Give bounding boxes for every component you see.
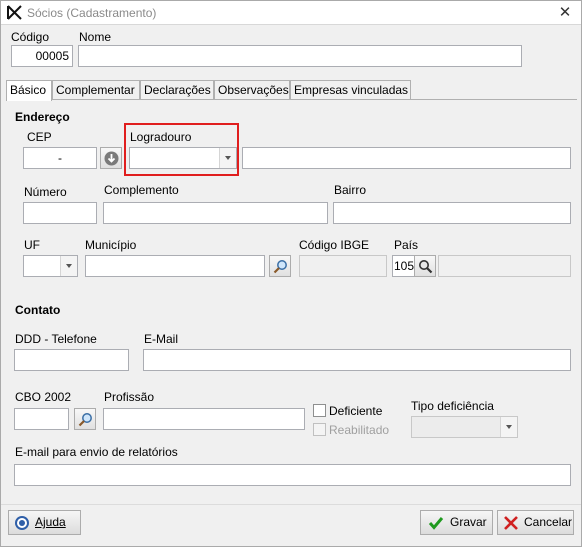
dialog-window: Sócios (Cadastramento) ✕ Código 00005 No… bbox=[0, 0, 582, 547]
deficiente-checkbox[interactable] bbox=[313, 404, 326, 417]
tab-declaracoes[interactable]: Declarações bbox=[140, 80, 214, 100]
cep-field[interactable]: - bbox=[23, 147, 97, 169]
tipo-deficiencia-select[interactable] bbox=[411, 416, 518, 438]
x-icon bbox=[504, 516, 518, 530]
gravar-label: Gravar bbox=[450, 515, 487, 529]
municipio-label: Município bbox=[85, 238, 137, 252]
complemento-label: Complemento bbox=[104, 183, 179, 197]
ajuda-label: Ajuda bbox=[35, 515, 66, 529]
codigo-label: Código bbox=[11, 30, 50, 44]
circle-arrow-down-icon bbox=[104, 151, 119, 166]
cep-label: CEP bbox=[27, 130, 52, 144]
pais-name-field bbox=[438, 255, 571, 277]
profissao-label: Profissão bbox=[104, 390, 155, 404]
municipio-field[interactable] bbox=[85, 255, 265, 277]
highlight-box bbox=[124, 123, 239, 176]
ajuda-button[interactable]: Ajuda bbox=[8, 510, 81, 535]
tab-observacoes[interactable]: Observações bbox=[214, 80, 290, 100]
bairro-field[interactable] bbox=[333, 202, 571, 224]
pais-label: País bbox=[394, 238, 419, 252]
deficiente-label: Deficiente bbox=[329, 404, 383, 418]
numero-field[interactable] bbox=[23, 202, 97, 224]
footer-divider bbox=[1, 504, 581, 505]
gravar-button[interactable]: Gravar bbox=[420, 510, 493, 535]
codigo-field[interactable]: 00005 bbox=[11, 45, 73, 67]
cbo-label: CBO 2002 bbox=[15, 390, 72, 404]
cbo-search-button[interactable] bbox=[74, 408, 96, 430]
profissao-field[interactable] bbox=[103, 408, 305, 430]
tipo-deficiencia-label: Tipo deficiência bbox=[411, 399, 494, 413]
chevron-down-icon bbox=[500, 417, 517, 437]
window-title: Sócios (Cadastramento) bbox=[27, 6, 157, 20]
complemento-field[interactable] bbox=[103, 202, 328, 224]
contato-section-title: Contato bbox=[15, 303, 61, 317]
codigo-ibge-field bbox=[299, 255, 387, 277]
title-bar: Sócios (Cadastramento) ✕ bbox=[1, 1, 581, 25]
email-relatorios-field[interactable] bbox=[14, 464, 571, 486]
help-icon bbox=[15, 516, 29, 530]
nome-field[interactable] bbox=[78, 45, 522, 67]
pais-search-button[interactable] bbox=[414, 255, 436, 277]
tab-complementar[interactable]: Complementar bbox=[52, 80, 140, 100]
magnifier-icon bbox=[78, 413, 92, 427]
endereco-section-title: Endereço bbox=[15, 110, 70, 124]
municipio-search-button[interactable] bbox=[269, 255, 291, 277]
email-label: E-Mail bbox=[144, 332, 179, 346]
app-logo-icon bbox=[7, 5, 22, 20]
nome-label: Nome bbox=[79, 30, 112, 44]
ddd-telefone-label: DDD - Telefone bbox=[15, 332, 97, 346]
tab-empresas-vinculadas[interactable]: Empresas vinculadas bbox=[290, 80, 411, 100]
cancelar-button[interactable]: Cancelar bbox=[497, 510, 574, 535]
email-field[interactable] bbox=[143, 349, 571, 371]
uf-label: UF bbox=[24, 238, 40, 252]
codigo-ibge-label: Código IBGE bbox=[299, 238, 370, 252]
cbo-field[interactable] bbox=[14, 408, 69, 430]
cancelar-label: Cancelar bbox=[524, 515, 573, 529]
pais-field[interactable]: 105 bbox=[392, 255, 415, 277]
tab-basico[interactable]: Básico bbox=[6, 80, 52, 101]
reabilitado-label: Reabilitado bbox=[329, 423, 390, 437]
logradouro-field[interactable] bbox=[242, 147, 571, 169]
chevron-down-icon bbox=[60, 256, 77, 276]
reabilitado-checkbox[interactable] bbox=[313, 423, 326, 436]
checkmark-icon bbox=[428, 517, 444, 530]
close-button[interactable]: ✕ bbox=[555, 3, 575, 23]
email-relatorios-label: E-mail para envio de relatórios bbox=[15, 445, 178, 459]
ddd-telefone-field[interactable] bbox=[14, 349, 129, 371]
uf-select[interactable] bbox=[23, 255, 78, 277]
numero-label: Número bbox=[24, 185, 67, 199]
magnifier-icon bbox=[273, 260, 287, 274]
cep-lookup-button[interactable] bbox=[100, 147, 122, 169]
magnifier-icon bbox=[419, 260, 433, 274]
bairro-label: Bairro bbox=[334, 183, 367, 197]
